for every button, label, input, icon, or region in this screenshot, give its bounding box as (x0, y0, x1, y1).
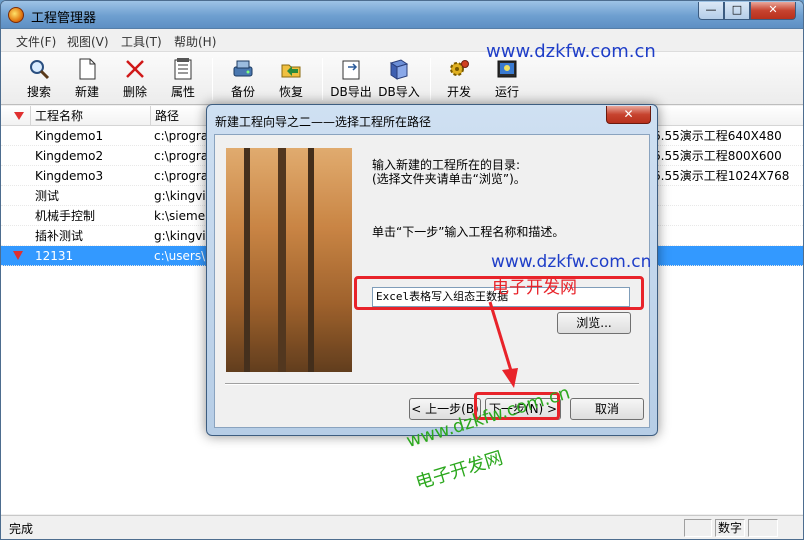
wizard-refinery-image (226, 148, 352, 372)
browse-button[interactable]: 浏览... (557, 312, 631, 334)
path-cell: c:\progra (154, 169, 209, 183)
develop-gear-icon (447, 57, 471, 81)
maximize-button[interactable]: □ (724, 2, 750, 20)
watermark-url-2: www.dzkfw.com.cn (491, 252, 652, 272)
toolbar-separator (430, 58, 431, 100)
menu-help[interactable]: 帮助(H) (174, 33, 216, 50)
description-cell: 6.55演示工程800X600 (653, 149, 782, 163)
db-import-button[interactable]: DB导入 (376, 54, 422, 104)
app-icon (8, 7, 24, 23)
db-export-icon (339, 57, 363, 81)
project-name-cell: 12131 (35, 249, 74, 263)
toolbar-separator (322, 58, 323, 100)
description-cell: 6.55演示工程640X480 (653, 129, 782, 143)
project-name-cell: Kingdemo3 (35, 169, 104, 183)
path-cell: c:\users\ (154, 249, 206, 263)
project-name-cell: 插补测试 (35, 229, 84, 243)
menu-tools[interactable]: 工具(T) (121, 33, 162, 50)
develop-button[interactable]: 开发 (436, 54, 482, 104)
status-text: 完成 (9, 522, 34, 536)
new-button[interactable]: 新建 (64, 54, 110, 104)
delete-x-icon (123, 57, 147, 81)
next-step-hint: 单击“下一步”输入工程名称和描述。 (372, 225, 565, 239)
path-cell: g:\kingvie (154, 229, 210, 243)
status-bar: 完成 数字 (1, 515, 803, 539)
numlock-indicator: 数字 (715, 519, 745, 537)
toolbar-separator (212, 58, 213, 100)
properties-icon (171, 57, 195, 81)
project-name-cell: Kingdemo1 (35, 129, 104, 143)
new-document-icon (75, 57, 99, 81)
db-import-book-icon (387, 57, 411, 81)
path-cell: k:\siemer (154, 209, 210, 223)
watermark-cn-name: 电子开发网 (492, 278, 577, 298)
backup-icon (231, 57, 255, 81)
status-panel (748, 519, 778, 537)
dialog-title: 新建工程向导之二——选择工程所在路径 (215, 115, 432, 129)
restore-icon (279, 57, 303, 81)
path-cell: g:\kingvie (154, 189, 210, 203)
project-name-cell: 测试 (35, 189, 60, 203)
status-panel (684, 519, 712, 537)
dialog-divider (225, 383, 639, 385)
db-export-button[interactable]: DB导出 (328, 54, 374, 104)
cancel-button[interactable]: 取消 (570, 398, 644, 420)
backup-button[interactable]: 备份 (220, 54, 266, 104)
project-name-cell: 机械手控制 (35, 209, 96, 223)
current-project-flag-icon (13, 251, 23, 260)
column-project-name[interactable]: 工程名称 (31, 106, 151, 126)
close-button[interactable]: ✕ (750, 2, 796, 20)
title-bar: 工程管理器 — □ ✕ (1, 1, 803, 29)
delete-button[interactable]: 删除 (112, 54, 158, 104)
path-cell: c:\progra (154, 129, 209, 143)
properties-button[interactable]: 属性 (160, 54, 206, 104)
path-cell: c:\progra (154, 149, 209, 163)
restore-button[interactable]: 恢复 (268, 54, 314, 104)
instruction-line-2: (选择文件夹请单击“浏览”)。 (372, 172, 526, 186)
project-name-cell: Kingdemo2 (35, 149, 104, 163)
menu-view[interactable]: 视图(V) (67, 33, 109, 50)
minimize-button[interactable]: — (698, 2, 724, 20)
annotation-arrow (488, 301, 518, 388)
column-marker[interactable] (1, 106, 31, 126)
watermark-url: www.dzkfw.com.cn (486, 41, 656, 62)
search-button[interactable]: 搜索 (16, 54, 62, 104)
filter-flag-icon (14, 112, 24, 120)
toolbar: 搜索 新建 删除 属性 备份 恢复 DB导出 DB导入 开发 运行 (1, 51, 803, 105)
dialog-close-button[interactable]: ✕ (606, 106, 651, 124)
description-cell: 6.55演示工程1024X768 (653, 169, 790, 183)
menu-bar: 文件(F) 视图(V) 工具(T) 帮助(H) (1, 30, 803, 50)
window-title: 工程管理器 (31, 11, 97, 26)
menu-file[interactable]: 文件(F) (16, 33, 56, 50)
search-icon (27, 57, 51, 81)
